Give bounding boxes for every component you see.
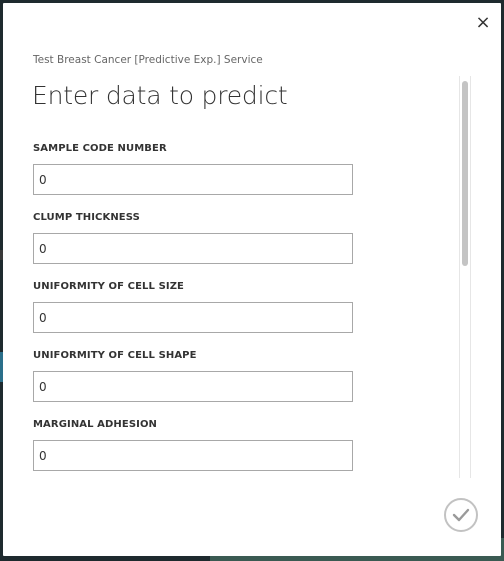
uniformity-cell-size-input[interactable]	[33, 302, 353, 333]
uniformity-cell-shape-input[interactable]	[33, 371, 353, 402]
scrollbar-thumb[interactable]	[462, 81, 468, 266]
field-label: UNIFORMITY OF CELL SHAPE	[33, 350, 197, 361]
field-uniformity-cell-size: UNIFORMITY OF CELL SIZE	[33, 280, 353, 333]
checkmark-icon	[452, 508, 470, 522]
form-scrollbar[interactable]	[459, 76, 471, 478]
field-label: MARGINAL ADHESION	[33, 419, 158, 430]
marginal-adhesion-input[interactable]	[33, 440, 353, 471]
confirm-button[interactable]	[444, 498, 478, 532]
sample-code-number-input[interactable]	[33, 164, 353, 195]
service-subtitle: Test Breast Cancer [Predictive Exp.] Ser…	[33, 54, 263, 66]
input-form: SAMPLE CODE NUMBER CLUMP THICKNESS UNIFO…	[33, 137, 353, 477]
close-button[interactable]: ×	[473, 13, 493, 33]
field-label: CLUMP THICKNESS	[33, 212, 140, 223]
field-sample-code-number: SAMPLE CODE NUMBER	[33, 142, 353, 195]
field-label: SAMPLE CODE NUMBER	[33, 143, 167, 154]
field-marginal-adhesion: MARGINAL ADHESION	[33, 418, 353, 471]
field-clump-thickness: CLUMP THICKNESS	[33, 211, 353, 264]
clump-thickness-input[interactable]	[33, 233, 353, 264]
dialog-title: Enter data to predict	[32, 81, 288, 110]
field-label: UNIFORMITY OF CELL SIZE	[33, 281, 184, 292]
field-uniformity-cell-shape: UNIFORMITY OF CELL SHAPE	[33, 349, 353, 402]
predict-dialog: × Test Breast Cancer [Predictive Exp.] S…	[3, 3, 501, 556]
